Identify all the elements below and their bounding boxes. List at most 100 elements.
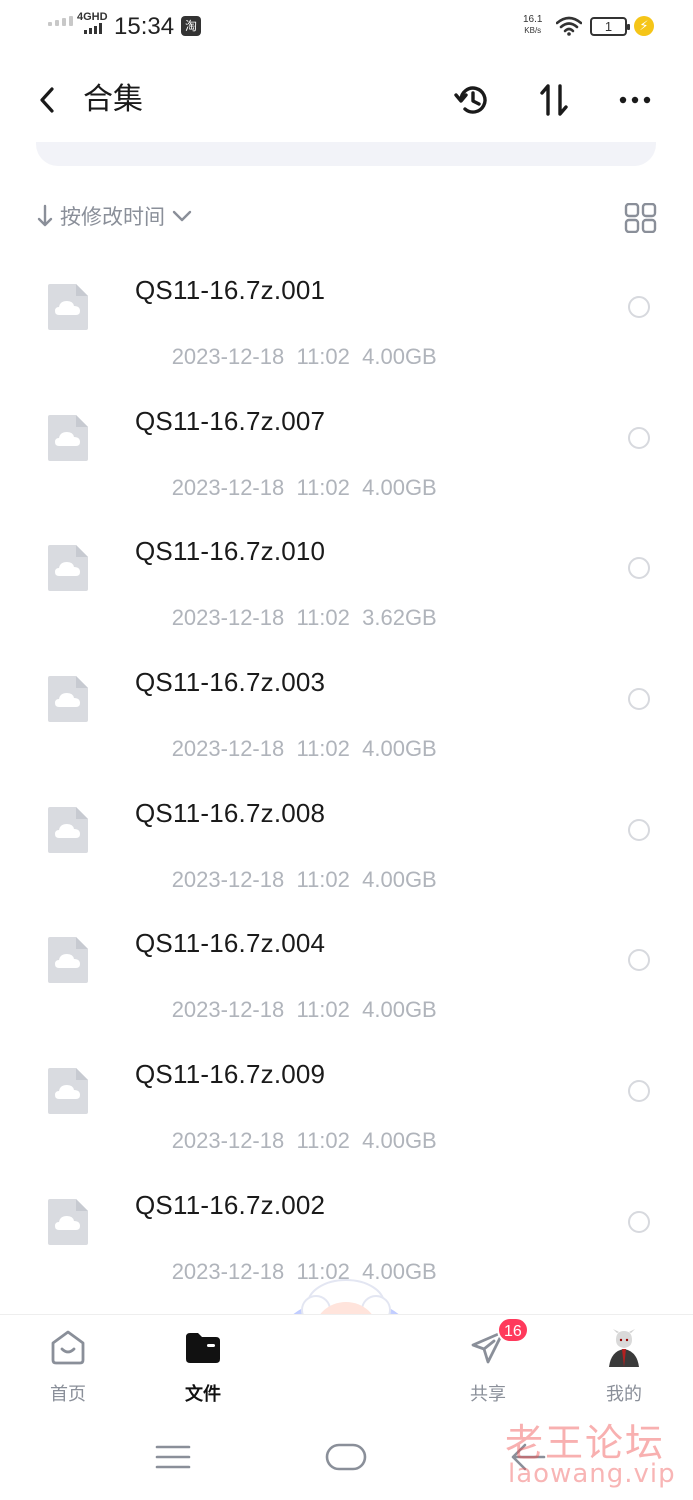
charging-icon: ⚡ <box>634 16 654 36</box>
file-name: QS11-16.7z.009 <box>135 1059 326 1090</box>
wifi-icon <box>556 16 582 36</box>
file-name: QS11-16.7z.004 <box>135 928 326 959</box>
cloud-file-icon <box>48 414 88 461</box>
file-date: 2023-12-18 <box>171 866 285 892</box>
file-size: 4.00GB <box>362 1128 437 1154</box>
nav-share[interactable]: 16 共享 <box>438 1315 538 1415</box>
file-time: 11:02 <box>296 344 350 369</box>
file-date: 2023-12-18 <box>171 736 285 762</box>
nav-label: 我的 <box>606 1384 642 1404</box>
file-date: 2023-12-18 <box>171 997 285 1023</box>
top-app-bar: 合集 <box>0 60 693 140</box>
file-time: 11:02 <box>296 997 350 1023</box>
status-bar: 4GHD 15:34 淘 16.1 KB/s 1 ⚡ <box>0 0 693 56</box>
home-system-button[interactable] <box>316 1432 376 1482</box>
grid-view-icon[interactable] <box>624 203 658 233</box>
nav-label: 共享 <box>470 1384 506 1404</box>
nav-label: 文件 <box>185 1384 221 1404</box>
file-row[interactable]: QS11-16.7z.007 2023-12-18 11:02 4.00GB <box>0 376 693 507</box>
home-pill-icon <box>325 1443 367 1471</box>
menu-icon <box>155 1445 191 1469</box>
select-checkbox[interactable] <box>628 426 650 449</box>
file-name: QS11-16.7z.010 <box>135 536 326 567</box>
select-checkbox[interactable] <box>628 1080 650 1103</box>
file-date: 2023-12-18 <box>171 474 285 500</box>
chevron-left-icon <box>40 87 54 113</box>
select-checkbox[interactable] <box>628 296 650 318</box>
network-speed: 16.1 KB/s <box>523 15 542 36</box>
page-title: 合集 <box>83 83 143 116</box>
file-time: 11:02 <box>296 866 350 892</box>
file-time: 11:02 <box>296 1128 350 1154</box>
file-date: 2023-12-18 <box>171 1128 285 1154</box>
nav-label: 首页 <box>50 1384 86 1404</box>
file-row[interactable]: QS11-16.7z.001 2023-12-18 11:02 4.00GB <box>0 245 693 376</box>
file-row[interactable]: QS11-16.7z.008 2023-12-18 11:02 4.00GB <box>0 768 693 899</box>
file-name: QS11-16.7z.001 <box>135 275 326 305</box>
file-size: 4.00GB <box>362 866 437 892</box>
network-type: 4GHD <box>77 11 108 23</box>
cloud-file-icon <box>48 806 88 853</box>
folder-icon <box>186 1333 220 1363</box>
taobao-notification-icon: 淘 <box>181 16 201 36</box>
arrow-down-icon <box>37 204 53 227</box>
signal-icon <box>48 16 73 26</box>
avatar <box>605 1327 643 1367</box>
search-bar-edge[interactable] <box>36 142 656 166</box>
cloud-file-icon <box>48 1198 88 1245</box>
file-time: 11:02 <box>296 474 350 500</box>
cloud-file-icon <box>48 676 88 723</box>
file-row[interactable]: QS11-16.7z.009 2023-12-18 11:02 4.00GB <box>0 1029 693 1160</box>
file-row[interactable]: QS11-16.7z.010 2023-12-18 11:02 3.62GB <box>0 506 693 637</box>
file-row[interactable]: QS11-16.7z.003 2023-12-18 11:02 4.00GB <box>0 637 693 768</box>
select-checkbox[interactable] <box>628 688 650 711</box>
sort-order-toggle[interactable]: 按修改时间 <box>36 201 193 231</box>
nav-profile[interactable]: 我的 <box>574 1315 674 1415</box>
chevron-down-icon <box>172 210 192 222</box>
file-row[interactable]: QS11-16.7z.002 2023-12-18 11:02 4.00GB <box>0 1160 693 1291</box>
file-name: QS11-16.7z.007 <box>135 405 326 436</box>
file-row[interactable]: QS11-16.7z.004 2023-12-18 11:02 4.00GB <box>0 898 693 1029</box>
cloud-file-icon <box>48 937 88 984</box>
file-size: 3.62GB <box>362 605 437 631</box>
file-time: 11:02 <box>296 736 350 762</box>
sort-label: 按修改时间 <box>60 206 165 229</box>
back-button[interactable] <box>30 82 64 118</box>
watermark-url: laowang.vip <box>508 1459 676 1489</box>
file-date: 2023-12-18 <box>171 1258 285 1284</box>
file-name: QS11-16.7z.008 <box>135 797 326 828</box>
home-icon <box>51 1330 85 1365</box>
bottom-navigation: 首页 文件 16 共享 我的 <box>0 1314 693 1414</box>
file-name: QS11-16.7z.002 <box>135 1189 326 1220</box>
select-checkbox[interactable] <box>628 818 650 841</box>
cloud-file-icon <box>48 284 88 330</box>
select-checkbox[interactable] <box>628 1210 650 1233</box>
file-time: 11:02 <box>296 605 350 631</box>
cell-signal-icon <box>84 23 102 34</box>
file-name: QS11-16.7z.003 <box>135 667 326 698</box>
select-checkbox[interactable] <box>628 557 650 580</box>
nav-home[interactable]: 首页 <box>18 1315 118 1415</box>
select-checkbox[interactable] <box>628 949 650 972</box>
share-badge: 16 <box>497 1317 529 1343</box>
file-size: 4.00GB <box>362 736 437 762</box>
history-icon <box>454 86 487 114</box>
file-size: 4.00GB <box>362 474 437 500</box>
file-date: 2023-12-18 <box>171 605 285 631</box>
nav-files[interactable]: 文件 <box>153 1315 253 1415</box>
file-list: QS11-16.7z.001 2023-12-18 11:02 4.00GB Q… <box>0 245 693 1291</box>
recent-apps-button[interactable] <box>143 1432 203 1482</box>
speed-value: 16.1 <box>523 14 543 25</box>
cloud-file-icon <box>48 545 88 592</box>
file-size: 4.00GB <box>362 344 437 369</box>
history-button[interactable] <box>451 78 495 122</box>
clock: 15:34 <box>114 13 175 40</box>
cloud-file-icon <box>48 1068 88 1115</box>
sort-bar: 按修改时间 <box>0 195 693 239</box>
more-button[interactable] <box>613 78 657 122</box>
sort-button[interactable] <box>532 78 576 122</box>
battery-icon: 1 <box>590 17 630 36</box>
sort-arrows-icon <box>540 84 568 116</box>
file-date: 2023-12-18 <box>171 344 285 369</box>
more-dots-icon <box>619 96 651 104</box>
